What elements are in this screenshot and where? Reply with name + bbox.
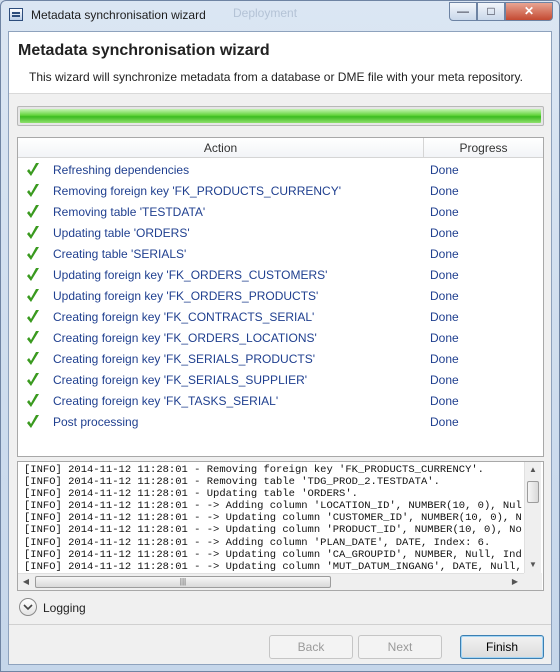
log-line: [INFO] 2014-11-12 11:28:01 - Removing fo… [24,464,484,476]
progress-cell: Done [430,268,459,282]
maximize-button[interactable]: □ [477,2,505,21]
log-line: [INFO] 2014-11-12 11:28:01 - Updating ta… [24,488,358,501]
progress-cell: Done [430,226,459,240]
chevron-down-icon[interactable] [19,598,37,616]
log-line: [INFO] 2014-11-12 11:28:01 - -> Adding c… [24,536,491,549]
log-line: [INFO] 2014-11-12 11:28:01 - -> Adding c… [24,500,522,513]
table-row[interactable]: Creating foreign key 'FK_TASKS_SERIAL' Do… [18,391,543,412]
wizard-window: Metadata synchronisation wizard Deployme… [0,0,560,672]
table-row[interactable]: Updating table 'ORDERS' Done [18,223,543,244]
close-button[interactable]: ✕ [505,2,553,21]
wizard-body: Metadata synchronisation wizard This wiz… [8,31,552,665]
table-row[interactable]: Creating foreign key 'FK_CONTRACTS_SERIA… [18,307,543,328]
checkmark-icon [27,268,39,281]
background-window-title: Deployment [233,6,298,20]
table-row[interactable]: Creating foreign key 'FK_SERIALS_SUPPLIE… [18,370,543,391]
column-header-progress[interactable]: Progress [424,141,543,155]
progress-bar-fill [20,109,541,123]
progress-cell: Done [430,373,459,387]
progress-cell: Done [430,289,459,303]
table-row[interactable]: Post processing Done [18,412,543,433]
table-row[interactable]: Creating table 'SERIALS' Done [18,244,543,265]
action-cell: Removing foreign key 'FK_PRODUCTS_CURREN… [53,184,341,198]
progress-cell: Done [430,331,459,345]
checkmark-icon [27,184,39,197]
window-title: Metadata synchronisation wizard [31,8,206,22]
app-window-icon [9,8,23,21]
scroll-left-arrow-icon[interactable]: ◀ [18,574,34,590]
action-cell: Creating foreign key 'FK_TASKS_SERIAL' [53,394,279,408]
progress-cell: Done [430,352,459,366]
action-cell: Updating table 'ORDERS' [53,226,190,240]
checkmark-icon [27,415,39,428]
scroll-up-arrow-icon[interactable]: ▲ [525,462,541,478]
progress-bar [17,106,544,126]
checkmark-icon [27,247,39,260]
progress-cell: Done [430,163,459,177]
action-cell: Creating foreign key 'FK_ORDERS_LOCATION… [53,331,317,345]
checkmark-icon [27,331,39,344]
progress-cell: Done [430,184,459,198]
title-bar[interactable]: Metadata synchronisation wizard Deployme… [1,1,559,29]
table-row[interactable]: Refreshing dependencies Done [18,160,543,181]
log-line: [INFO] 2014-11-12 11:28:01 - -> Updating… [24,512,522,525]
progress-cell: Done [430,415,459,429]
footer-divider [9,624,551,625]
actions-table: Action Progress Refreshing dependencies D… [17,137,544,457]
wizard-title: Metadata synchronisation wizard [18,42,270,59]
table-row[interactable]: Updating foreign key 'FK_ORDERS_PRODUCTS… [18,286,543,307]
scroll-right-arrow-icon[interactable]: ▶ [507,574,523,590]
action-cell: Refreshing dependencies [53,163,190,177]
table-row[interactable]: Creating foreign key 'FK_ORDERS_LOCATION… [18,328,543,349]
minimize-button[interactable]: — [449,2,477,21]
table-row[interactable]: Removing foreign key 'FK_PRODUCTS_CURREN… [18,181,543,202]
table-row[interactable]: Creating foreign key 'FK_SERIALS_PRODUCT… [18,349,543,370]
progress-cell: Done [430,205,459,219]
progress-cell: Done [430,247,459,261]
checkmark-icon [27,289,39,302]
log-text[interactable]: [INFO] 2014-11-12 11:28:01 - Removing fo… [24,464,522,572]
action-cell: Post processing [53,415,139,429]
logging-label[interactable]: Logging [43,601,86,615]
action-cell: Creating foreign key 'FK_SERIALS_SUPPLIE… [53,373,308,387]
checkmark-icon [27,163,39,176]
log-horizontal-scrollbar[interactable]: ◀ ||| ▶ [18,573,524,590]
log-panel: [INFO] 2014-11-12 11:28:01 - Removing fo… [17,461,544,591]
wizard-description: This wizard will synchronize metadata fr… [29,70,523,84]
checkmark-icon [27,205,39,218]
action-cell: Creating table 'SERIALS' [53,247,187,261]
back-button[interactable]: Back [269,635,353,659]
next-button[interactable]: Next [358,635,442,659]
checkmark-icon [27,394,39,407]
log-line: [INFO] 2014-11-12 11:28:01 - -> Updating… [24,524,522,537]
action-cell: Removing table 'TESTDATA' [53,205,206,219]
progress-cell: Done [430,310,459,324]
table-row[interactable]: Removing table 'TESTDATA' Done [18,202,543,223]
table-row[interactable]: Updating foreign key 'FK_ORDERS_CUSTOMER… [18,265,543,286]
column-header-action[interactable]: Action [18,141,423,155]
log-line: [INFO] 2014-11-12 11:28:01 - Removing ta… [24,476,440,489]
checkmark-icon [27,310,39,323]
log-line: [INFO] 2014-11-12 11:28:01 - -> Updating… [24,560,522,572]
scrollbar-corner [524,573,542,590]
action-cell: Updating foreign key 'FK_ORDERS_PRODUCTS… [53,289,319,303]
horizontal-scroll-thumb[interactable]: ||| [35,576,331,588]
action-cell: Creating foreign key 'FK_CONTRACTS_SERIA… [53,310,315,324]
checkmark-icon [27,352,39,365]
log-vertical-scrollbar[interactable]: ▲ ▼ [524,462,541,573]
checkmark-icon [27,226,39,239]
checkmark-icon [27,373,39,386]
wizard-header: Metadata synchronisation wizard This wiz… [9,32,551,94]
scroll-down-arrow-icon[interactable]: ▼ [525,557,541,573]
finish-button[interactable]: Finish [460,635,544,659]
log-line: [INFO] 2014-11-12 11:28:01 - -> Updating… [24,548,522,561]
progress-cell: Done [430,394,459,408]
action-cell: Creating foreign key 'FK_SERIALS_PRODUCT… [53,352,316,366]
vertical-scroll-thumb[interactable] [527,481,539,503]
action-cell: Updating foreign key 'FK_ORDERS_CUSTOMER… [53,268,328,282]
table-header: Action Progress [18,138,543,158]
